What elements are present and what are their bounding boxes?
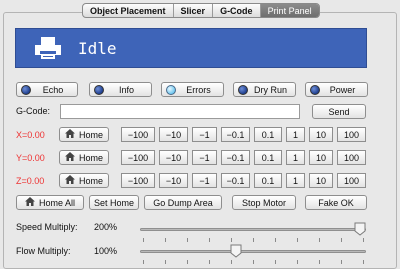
jog-step-button[interactable]: 100 bbox=[337, 127, 366, 142]
jog-step-button[interactable]: 1 bbox=[286, 150, 305, 165]
jog-step-button[interactable]: −10 bbox=[159, 173, 188, 188]
axis-position-label: Z=0.00 bbox=[16, 176, 45, 186]
info-toggle[interactable]: Info bbox=[89, 82, 152, 97]
slider-tick bbox=[363, 260, 364, 264]
send-button[interactable]: Send bbox=[312, 104, 366, 119]
axis-position-label: X=0.00 bbox=[16, 130, 45, 140]
go-dump-area-button[interactable]: Go Dump Area bbox=[144, 195, 222, 210]
status-banner: Idle bbox=[15, 28, 367, 68]
jog-step-button[interactable]: 0.1 bbox=[254, 150, 282, 165]
flow-multiply-label: Flow Multiply: bbox=[16, 246, 71, 256]
jog-step-button[interactable]: 1 bbox=[286, 127, 305, 142]
jog-step-button[interactable]: −10 bbox=[159, 127, 188, 142]
jog-step-button[interactable]: 0.1 bbox=[254, 173, 282, 188]
jog-step-button[interactable]: 10 bbox=[309, 173, 333, 188]
echo-toggle[interactable]: Echo bbox=[16, 82, 78, 97]
home-icon bbox=[64, 152, 75, 163]
home-icon bbox=[64, 175, 75, 186]
slider-tick bbox=[275, 260, 276, 264]
speed-multiply-label: Speed Multiply: bbox=[16, 222, 78, 232]
jog-step-button[interactable]: 10 bbox=[309, 150, 333, 165]
slider-tick bbox=[165, 260, 166, 264]
slider-tick bbox=[143, 260, 144, 264]
tab-print-panel[interactable]: Print Panel bbox=[260, 4, 319, 17]
slider-tick bbox=[253, 238, 254, 242]
home-axis-button[interactable]: Home bbox=[59, 150, 109, 165]
slider-tick bbox=[319, 238, 320, 242]
axis-position-label: Y=0.00 bbox=[16, 153, 45, 163]
slider-tick bbox=[165, 238, 166, 242]
slider-tick bbox=[253, 260, 254, 264]
fake-ok-button[interactable]: Fake OK bbox=[305, 195, 367, 210]
tab-object-placement[interactable]: Object Placement bbox=[83, 4, 174, 17]
jog-step-button[interactable]: 100 bbox=[337, 173, 366, 188]
speed-multiply-value: 200% bbox=[94, 222, 118, 232]
slider-tick bbox=[341, 260, 342, 264]
status-text: Idle bbox=[78, 38, 117, 58]
jog-step-button[interactable]: 1 bbox=[286, 173, 305, 188]
slider-tick bbox=[341, 238, 342, 242]
power-toggle[interactable]: Power bbox=[305, 82, 368, 97]
jog-step-button[interactable]: −100 bbox=[121, 127, 155, 142]
gcode-input[interactable] bbox=[60, 104, 300, 119]
jog-step-button[interactable]: 0.1 bbox=[254, 127, 282, 142]
slider-tick bbox=[187, 238, 188, 242]
jog-step-button[interactable]: −0.1 bbox=[221, 150, 250, 165]
slider-tick bbox=[209, 260, 210, 264]
errors-toggle[interactable]: Errors bbox=[161, 82, 224, 97]
jog-step-button[interactable]: 100 bbox=[337, 150, 366, 165]
slider-tick bbox=[297, 238, 298, 242]
slider-knob[interactable] bbox=[354, 222, 366, 236]
jog-step-button[interactable]: −1 bbox=[192, 150, 217, 165]
printer-icon bbox=[34, 36, 62, 60]
jog-step-button[interactable]: −0.1 bbox=[221, 173, 250, 188]
jog-step-button[interactable]: 10 bbox=[309, 127, 333, 142]
jog-step-button[interactable]: −0.1 bbox=[221, 127, 250, 142]
led-indicator bbox=[21, 85, 31, 95]
tab-bar: Object Placement Slicer G-Code Print Pan… bbox=[82, 3, 320, 18]
home-axis-button[interactable]: Home bbox=[59, 127, 109, 142]
stop-motor-button[interactable]: Stop Motor bbox=[232, 195, 296, 210]
home-all-button[interactable]: Home All bbox=[16, 195, 84, 210]
led-indicator bbox=[166, 85, 176, 95]
set-home-button[interactable]: Set Home bbox=[89, 195, 139, 210]
jog-step-button[interactable]: −100 bbox=[121, 150, 155, 165]
slider-tick bbox=[187, 260, 188, 264]
slider-tick bbox=[209, 238, 210, 242]
tab-slicer[interactable]: Slicer bbox=[174, 4, 214, 17]
slider-tick bbox=[319, 260, 320, 264]
slider-knob[interactable] bbox=[230, 244, 242, 258]
led-indicator bbox=[238, 85, 248, 95]
tab-gcode[interactable]: G-Code bbox=[213, 4, 261, 17]
slider-track[interactable] bbox=[140, 250, 366, 253]
home-icon bbox=[24, 197, 35, 208]
slider-tick bbox=[143, 238, 144, 242]
flow-multiply-value: 100% bbox=[94, 246, 118, 256]
led-indicator bbox=[310, 85, 320, 95]
jog-step-button[interactable]: −100 bbox=[121, 173, 155, 188]
gcode-label: G-Code: bbox=[16, 106, 51, 116]
led-indicator bbox=[94, 85, 104, 95]
slider-tick bbox=[231, 260, 232, 264]
slider-tick bbox=[275, 238, 276, 242]
slider-tick bbox=[363, 238, 364, 242]
jog-step-button[interactable]: −1 bbox=[192, 127, 217, 142]
jog-step-button[interactable]: −10 bbox=[159, 150, 188, 165]
slider-tick bbox=[297, 260, 298, 264]
dry-run-toggle[interactable]: Dry Run bbox=[233, 82, 296, 97]
home-button-label: Home bbox=[78, 175, 103, 186]
slider-track[interactable] bbox=[140, 228, 366, 231]
home-button-label: Home bbox=[78, 129, 103, 140]
jog-step-button[interactable]: −1 bbox=[192, 173, 217, 188]
home-axis-button[interactable]: Home bbox=[59, 173, 109, 188]
slider-tick bbox=[231, 238, 232, 242]
home-icon bbox=[64, 129, 75, 140]
home-button-label: Home bbox=[78, 152, 103, 163]
